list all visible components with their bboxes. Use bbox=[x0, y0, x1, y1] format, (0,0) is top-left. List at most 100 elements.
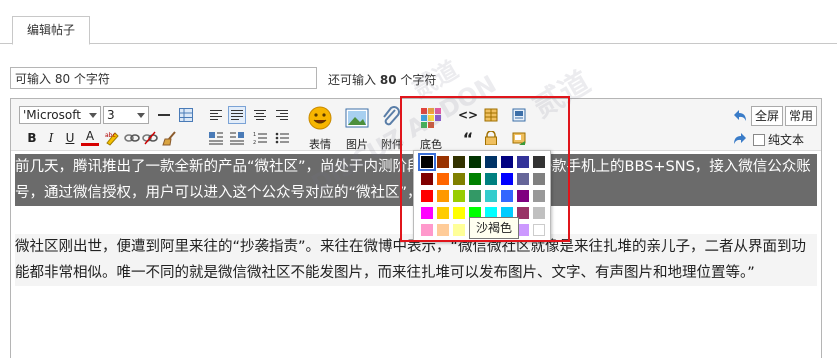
color-swatch[interactable] bbox=[421, 207, 433, 219]
color-swatch[interactable] bbox=[453, 207, 465, 219]
color-swatch[interactable] bbox=[533, 190, 545, 202]
bold-button[interactable]: B bbox=[23, 129, 41, 147]
color-swatch[interactable] bbox=[421, 190, 433, 202]
color-swatch[interactable] bbox=[437, 173, 449, 185]
color-swatch[interactable] bbox=[453, 190, 465, 202]
plaintext-checkbox[interactable] bbox=[753, 133, 765, 146]
image-icon bbox=[345, 108, 369, 128]
color-swatch[interactable] bbox=[517, 190, 529, 202]
align-right-button[interactable] bbox=[273, 106, 291, 124]
insert-table-button[interactable] bbox=[177, 106, 195, 124]
color-swatch[interactable] bbox=[437, 207, 449, 219]
unlink-icon bbox=[142, 131, 158, 145]
color-swatch[interactable] bbox=[421, 173, 433, 185]
tab-edit-post[interactable]: 编辑帖子 bbox=[12, 16, 91, 45]
attachment-button[interactable]: 附件 bbox=[374, 102, 410, 151]
color-swatch[interactable] bbox=[533, 156, 545, 168]
ordered-list-icon: 12 bbox=[253, 132, 267, 145]
paperclip-icon bbox=[383, 106, 400, 126]
unordered-list-button[interactable] bbox=[273, 129, 291, 147]
palette-icon bbox=[421, 108, 441, 128]
counter-suffix: 个字符 bbox=[400, 73, 437, 87]
insert-link-button[interactable] bbox=[123, 129, 141, 147]
unlink-button[interactable] bbox=[141, 129, 159, 147]
subject-input[interactable] bbox=[10, 67, 317, 89]
bullet-list-icon bbox=[275, 132, 289, 144]
color-swatch[interactable] bbox=[437, 224, 449, 236]
image-label: 图片 bbox=[346, 138, 368, 151]
link-icon bbox=[124, 134, 140, 142]
font-size-select[interactable]: 3 bbox=[103, 106, 149, 124]
insert-image-button[interactable]: 图片 bbox=[339, 102, 375, 151]
insert-media-button[interactable] bbox=[510, 106, 528, 124]
editor-toolbar: 'Microsoft 3 B I U A abc 1 2 表情 图片 附件 底色… bbox=[11, 99, 821, 151]
float-right-icon bbox=[230, 132, 244, 145]
plaintext-label: 纯文本 bbox=[768, 133, 805, 147]
font-family-select[interactable]: 'Microsoft bbox=[19, 106, 101, 124]
color-swatch[interactable] bbox=[533, 224, 545, 236]
color-swatch[interactable] bbox=[485, 173, 497, 185]
chevron-down-icon bbox=[89, 113, 97, 118]
color-swatch[interactable] bbox=[453, 224, 465, 236]
color-swatch[interactable] bbox=[533, 207, 545, 219]
code-button[interactable]: <> bbox=[458, 106, 478, 124]
color-swatch[interactable] bbox=[501, 173, 513, 185]
align-justify-button[interactable] bbox=[228, 106, 246, 124]
align-right-icon bbox=[276, 109, 288, 121]
color-swatch[interactable] bbox=[418, 153, 436, 171]
color-swatch[interactable] bbox=[533, 173, 545, 185]
hide-content-button[interactable] bbox=[482, 106, 500, 124]
color-swatch[interactable] bbox=[453, 173, 465, 185]
svg-text:abc: abc bbox=[105, 132, 116, 139]
media-icon bbox=[512, 108, 526, 122]
marker-icon: abc bbox=[105, 132, 119, 146]
emoji-button[interactable]: 表情 bbox=[302, 102, 338, 151]
underline-button[interactable]: U bbox=[61, 129, 79, 147]
table-icon bbox=[179, 108, 193, 122]
fullscreen-button[interactable]: 全屏 bbox=[751, 106, 784, 126]
color-swatch[interactable] bbox=[469, 173, 481, 185]
color-swatch[interactable] bbox=[485, 156, 497, 168]
counter-number: 80 bbox=[379, 73, 397, 87]
plaintext-toggle[interactable]: 纯文本 bbox=[753, 131, 804, 148]
color-swatch[interactable] bbox=[469, 190, 481, 202]
undo-button[interactable] bbox=[731, 107, 749, 125]
color-swatch[interactable] bbox=[517, 173, 529, 185]
color-swatch[interactable] bbox=[437, 190, 449, 202]
horizontal-rule-button[interactable] bbox=[155, 106, 173, 124]
align-left-button[interactable] bbox=[207, 106, 225, 124]
color-swatch[interactable] bbox=[453, 156, 465, 168]
flash-icon bbox=[512, 132, 526, 145]
color-swatch[interactable] bbox=[469, 156, 481, 168]
color-swatch[interactable] bbox=[501, 156, 513, 168]
font-family-value: 'Microsoft bbox=[23, 108, 81, 122]
redo-button[interactable] bbox=[731, 130, 749, 148]
counter-prefix: 还可输入 bbox=[328, 73, 377, 87]
common-mode-button[interactable]: 常用 bbox=[785, 106, 818, 126]
color-swatch[interactable] bbox=[485, 190, 497, 202]
color-swatch[interactable] bbox=[437, 156, 449, 168]
attachment-label: 附件 bbox=[381, 138, 403, 151]
color-swatch[interactable] bbox=[501, 190, 513, 202]
float-right-button[interactable] bbox=[228, 129, 246, 147]
float-left-button[interactable] bbox=[207, 129, 225, 147]
title-char-counter: 还可输入 80 个字符 bbox=[328, 71, 436, 88]
align-center-button[interactable] bbox=[251, 106, 269, 124]
highlight-marker-button[interactable]: abc bbox=[103, 129, 121, 147]
svg-text:2: 2 bbox=[253, 140, 256, 145]
clear-format-button[interactable] bbox=[161, 129, 179, 147]
color-swatch[interactable] bbox=[421, 224, 433, 236]
password-lock-button[interactable] bbox=[482, 129, 500, 147]
font-color-button[interactable]: A bbox=[81, 129, 99, 146]
lock-grid-icon bbox=[484, 108, 498, 122]
undo-arrow-icon bbox=[734, 110, 746, 121]
color-swatch[interactable] bbox=[517, 156, 529, 168]
align-justify-icon bbox=[231, 109, 243, 121]
chevron-down-icon bbox=[137, 113, 145, 118]
insert-flash-button[interactable] bbox=[510, 129, 528, 147]
italic-button[interactable]: I bbox=[42, 129, 60, 147]
background-color-button[interactable]: 底色 bbox=[413, 102, 449, 151]
ordered-list-button[interactable]: 12 bbox=[251, 129, 269, 147]
padlock-icon bbox=[485, 131, 497, 145]
quote-button[interactable]: “ bbox=[459, 129, 477, 148]
